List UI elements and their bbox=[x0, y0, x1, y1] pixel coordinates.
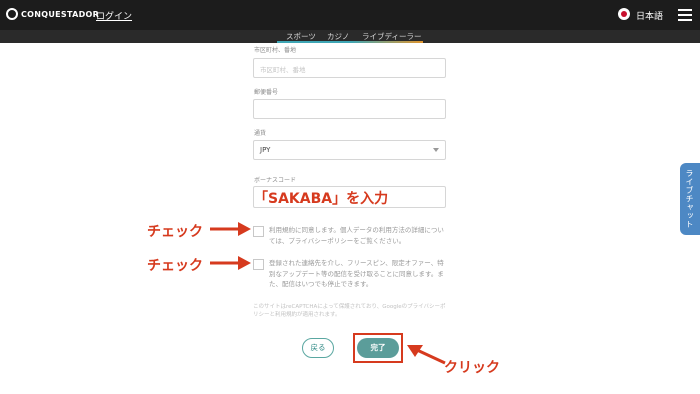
terms-checkbox[interactable] bbox=[253, 226, 264, 237]
login-link[interactable]: ログイン bbox=[96, 9, 132, 22]
currency-label: 通貨 bbox=[254, 130, 267, 137]
top-nav-bar: CONQUESTADOR ログイン 日本語 bbox=[0, 0, 700, 30]
currency-select[interactable]: JPY bbox=[253, 140, 446, 160]
marketing-checkbox[interactable] bbox=[253, 259, 264, 270]
back-button[interactable]: 戻る bbox=[302, 338, 334, 358]
tab-active-indicator bbox=[277, 41, 423, 43]
arrow-left-icon bbox=[407, 345, 446, 365]
logo-icon bbox=[6, 8, 18, 20]
bonus-code-instruction: 「SAKABA」を入力 bbox=[254, 191, 389, 207]
bonus-code-label: ボーナスコード bbox=[254, 177, 297, 184]
japan-flag-icon[interactable] bbox=[618, 8, 630, 20]
terms-consent-text: 利用規約に同意します。個人データの利用方法の詳細については、プライバシーポリシー… bbox=[269, 226, 444, 245]
marketing-consent-text: 登録された連絡先を介し、フリースピン、限定オファー、特別なアップデート等の配信を… bbox=[269, 259, 444, 288]
city-placeholder: 市区町村、番地 bbox=[260, 66, 306, 74]
brand-logo[interactable]: CONQUESTADOR bbox=[6, 8, 99, 20]
postal-code-label: 郵便番号 bbox=[254, 89, 279, 96]
postal-code-input[interactable] bbox=[253, 99, 446, 119]
arrow-right-icon bbox=[210, 222, 251, 236]
city-label: 市区町村、番地 bbox=[254, 47, 297, 54]
check-annotation-2: チェック bbox=[147, 258, 203, 274]
live-chat-label: ライブチャット bbox=[685, 169, 694, 229]
currency-value: JPY bbox=[260, 146, 271, 154]
language-selector[interactable]: 日本語 bbox=[636, 9, 663, 22]
recaptcha-notice: このサイトはreCAPTCHAによって保護されており、Googleのプライバシー… bbox=[253, 304, 446, 318]
city-input[interactable]: 市区町村、番地 bbox=[253, 58, 446, 78]
done-button-highlight bbox=[353, 333, 403, 363]
hamburger-menu-icon[interactable] bbox=[678, 9, 692, 21]
live-chat-tab[interactable]: ライブチャット bbox=[680, 163, 700, 235]
chevron-down-icon bbox=[433, 148, 439, 152]
arrow-right-icon bbox=[210, 256, 251, 270]
logo-text: CONQUESTADOR bbox=[21, 9, 100, 19]
check-annotation-1: チェック bbox=[147, 224, 203, 240]
click-annotation: クリック bbox=[444, 360, 500, 376]
